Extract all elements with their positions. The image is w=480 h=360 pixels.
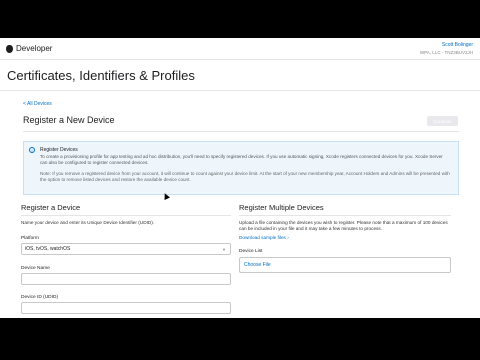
info-icon: i — [29, 147, 35, 153]
info-box: i Register Devices To create a provision… — [23, 141, 459, 195]
brand-label: Developer — [16, 44, 53, 53]
platform-label: Platform — [21, 236, 39, 241]
register-multiple-title: Register Multiple Devices — [239, 203, 324, 212]
all-devices-link[interactable]: < All Devices — [23, 101, 52, 107]
continue-button[interactable]: Continue — [427, 116, 458, 126]
device-list-label: Device List — [239, 249, 263, 254]
platform-value: iOS, tvOS, watchOS — [25, 246, 71, 252]
device-name-label: Device Name — [21, 266, 50, 271]
page-title: Certificates, Identifiers & Profiles — [7, 68, 195, 83]
register-multiple-desc: Upload a file containing the devices you… — [239, 220, 448, 231]
info-text: To create a provisioning profile for app… — [40, 154, 443, 165]
device-id-input[interactable] — [21, 302, 231, 314]
account-info: Scott Bolinger WPA, LLC - TNZ3BUV2JH — [420, 41, 473, 57]
device-name-input[interactable] — [21, 273, 231, 285]
platform-select[interactable]: iOS, tvOS, watchOS ▼ — [21, 243, 231, 255]
info-note: Note: If you remove a registered device … — [40, 171, 450, 182]
team-label: WPA, LLC - TNZ3BUV2JH — [419, 50, 473, 55]
register-device-desc: Name your device and enter its Unique De… — [21, 220, 155, 225]
device-id-label: Device ID (UDID) — [21, 295, 59, 300]
developer-page: Developer Scott Bolinger WPA, LLC - TNZ3… — [0, 38, 480, 318]
user-name-link[interactable]: Scott Bolinger — [420, 41, 473, 49]
section-title: Register a New Device — [23, 115, 115, 125]
apple-icon — [6, 44, 13, 53]
register-device-title: Register a Device — [21, 203, 81, 212]
right-divider — [239, 215, 451, 216]
choose-file-button[interactable]: Choose File — [239, 257, 451, 273]
developer-logo[interactable]: Developer — [6, 44, 52, 53]
download-sample-link[interactable]: Download sample files › — [239, 235, 289, 240]
title-divider — [0, 90, 480, 91]
chevron-down-icon: ▼ — [222, 247, 226, 252]
info-title: Register Devices — [40, 147, 78, 153]
section-divider — [23, 131, 459, 132]
top-navigation-bar: Developer Scott Bolinger WPA, LLC - TNZ3… — [0, 38, 480, 60]
left-divider — [21, 215, 231, 216]
